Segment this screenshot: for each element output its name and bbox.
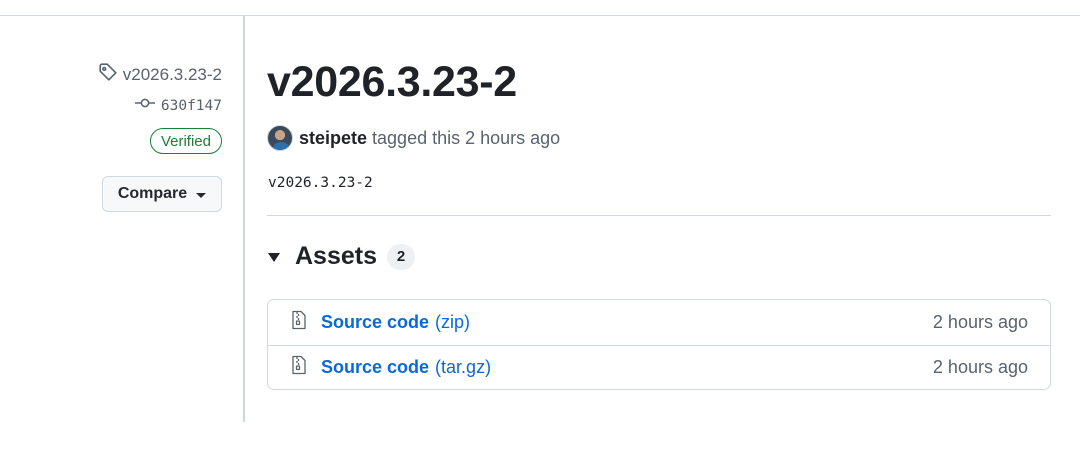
- assets-count-badge: 2: [387, 243, 415, 270]
- asset-format[interactable]: (tar.gz): [435, 357, 491, 378]
- asset-timestamp: 2 hours ago: [932, 356, 1028, 377]
- caret-down-icon: [196, 192, 207, 198]
- tag-link[interactable]: v2026.3.23-2: [98, 62, 222, 87]
- author-link[interactable]: steipete: [299, 128, 367, 149]
- file-zip-icon: [291, 355, 321, 380]
- release-body: v2026.3.23-2: [268, 175, 373, 191]
- sidebar-divider: [243, 16, 245, 422]
- asset-timestamp: 2 hours ago: [932, 311, 1028, 332]
- git-commit-icon: [134, 96, 155, 115]
- assets-list: Source code (zip) 2 hours ago Source cod…: [267, 299, 1051, 390]
- compare-label: Compare: [117, 185, 188, 202]
- asset-link[interactable]: Source code: [321, 312, 429, 333]
- file-zip-icon: [291, 310, 321, 335]
- release-sidebar: v2026.3.23-2 630f147 Verified Compare: [0, 16, 245, 422]
- assets-toggle[interactable]: Assets 2: [267, 242, 415, 271]
- compare-button[interactable]: Compare: [102, 176, 222, 212]
- asset-format[interactable]: (zip): [435, 312, 470, 333]
- release-title[interactable]: v2026.3.23-2: [267, 58, 517, 107]
- assets-title: Assets: [295, 242, 377, 270]
- verified-badge[interactable]: Verified: [149, 128, 222, 154]
- tag-icon: [98, 62, 118, 87]
- tag-name: v2026.3.23-2: [122, 64, 222, 84]
- tagged-text: tagged this 2 hours ago: [372, 127, 561, 148]
- asset-row: Source code (tar.gz) 2 hours ago: [268, 344, 1050, 390]
- commit-link[interactable]: 630f147: [134, 96, 222, 115]
- asset-link[interactable]: Source code: [321, 357, 429, 378]
- avatar[interactable]: [267, 125, 293, 151]
- section-divider: [267, 215, 1051, 216]
- tagged-line: steipete tagged this 2 hours ago: [267, 125, 560, 151]
- asset-row: Source code (zip) 2 hours ago: [268, 300, 1050, 345]
- commit-sha: 630f147: [160, 97, 222, 114]
- triangle-down-icon: [268, 253, 280, 262]
